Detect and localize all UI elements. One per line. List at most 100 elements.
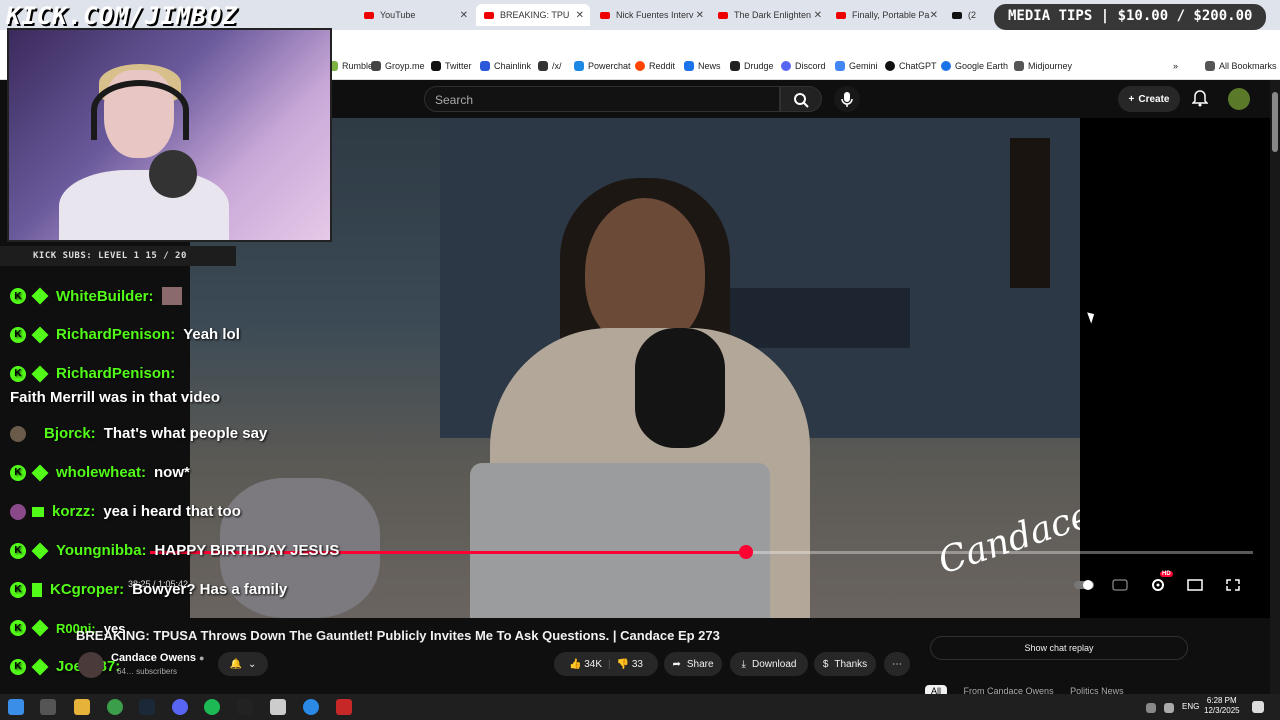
- kick-badge-icon: K: [10, 620, 26, 636]
- task-view-icon[interactable]: [40, 699, 56, 715]
- tab-x[interactable]: (2: [944, 4, 984, 26]
- avatar-badge-icon: [10, 425, 26, 442]
- chevron-down-icon: ⌄: [248, 658, 257, 670]
- scrollbar-thumb[interactable]: [1272, 92, 1278, 152]
- bookmark-chatgpt[interactable]: ChatGPT: [885, 61, 937, 71]
- notifications-icon[interactable]: [1252, 701, 1264, 713]
- close-icon[interactable]: ✕: [814, 10, 822, 21]
- fullscreen-icon[interactable]: [1225, 578, 1241, 592]
- tab-breaking[interactable]: BREAKING: TPU ✕: [476, 4, 590, 26]
- channel-avatar[interactable]: [78, 652, 104, 678]
- bookmark-twitter[interactable]: Twitter: [431, 61, 472, 71]
- streamer-microphone: [149, 150, 197, 198]
- avatar-badge-icon: [10, 503, 26, 520]
- video-title: BREAKING: TPUSA Throws Down The Gauntlet…: [76, 628, 720, 643]
- youtube-icon: [364, 11, 374, 19]
- chevron-up-icon[interactable]: [1146, 703, 1156, 713]
- share-button[interactable]: ➦ Share: [664, 652, 722, 676]
- discord-icon[interactable]: [172, 699, 188, 715]
- bookmark-drudge[interactable]: Drudge: [730, 61, 774, 71]
- kick-badge-icon: K: [10, 464, 26, 481]
- spotify-icon[interactable]: [204, 699, 220, 715]
- like-button[interactable]: 👍 34K: [569, 659, 602, 670]
- show-chat-replay-button[interactable]: Show chat replay: [930, 636, 1188, 660]
- chainlink-icon: [480, 61, 490, 71]
- folder-icon: [1205, 61, 1215, 71]
- discord-icon: [781, 61, 791, 71]
- settings-gear-icon[interactable]: [1150, 578, 1166, 592]
- bookmark-x-board[interactable]: /x/: [538, 61, 562, 71]
- download-button[interactable]: ⤓ Download: [730, 652, 808, 676]
- more-actions-button[interactable]: ⋯: [884, 652, 910, 676]
- language-indicator[interactable]: ENG: [1182, 702, 1199, 711]
- bookmark-news[interactable]: News: [684, 61, 721, 71]
- tab-youtube[interactable]: YouTube ✕: [356, 4, 474, 26]
- thumbs-down-icon: 👎: [616, 658, 630, 670]
- more-icon: ⋯: [892, 658, 902, 670]
- channel-name[interactable]: Candace Owens ●: [111, 652, 204, 664]
- steam-icon[interactable]: [139, 699, 155, 715]
- telegram-icon[interactable]: [303, 699, 319, 715]
- close-icon[interactable]: ✕: [696, 10, 704, 21]
- terminal-icon[interactable]: [237, 699, 253, 715]
- theater-mode-icon[interactable]: [1187, 578, 1203, 592]
- sub-badge-icon: [31, 326, 49, 343]
- captions-icon[interactable]: [1112, 578, 1128, 592]
- mic-icon: [841, 92, 853, 107]
- kick-badge-icon: K: [10, 581, 26, 598]
- chrome-icon[interactable]: [107, 699, 123, 715]
- all-bookmarks[interactable]: All Bookmarks: [1205, 61, 1277, 71]
- candace-signature: Candace: [933, 494, 1080, 583]
- thanks-button[interactable]: $ Thanks: [814, 652, 876, 676]
- bell-icon[interactable]: [1192, 89, 1208, 107]
- create-button[interactable]: + Create: [1118, 86, 1180, 112]
- bookmark-midjourney[interactable]: Midjourney: [1014, 61, 1072, 71]
- media-tips-goal: MEDIA TIPS | $10.00 / $200.00: [994, 4, 1267, 30]
- verified-icon: ●: [199, 653, 205, 663]
- autoplay-toggle[interactable]: [1074, 578, 1096, 592]
- notepad-icon[interactable]: [270, 699, 286, 715]
- chevron-right-icon[interactable]: »: [1173, 61, 1178, 71]
- close-icon[interactable]: ✕: [460, 10, 468, 21]
- share-icon: ➦: [672, 658, 681, 670]
- bookmark-groyp[interactable]: Groyp.me: [371, 61, 425, 71]
- progress-scrubber[interactable]: [739, 545, 753, 559]
- sub-badge-icon: [31, 365, 49, 382]
- sub-badge-icon: [31, 542, 49, 559]
- bookmark-rumble[interactable]: Rumble: [328, 61, 373, 71]
- app-icon[interactable]: [336, 699, 352, 715]
- powerchat-icon: [574, 61, 584, 71]
- subscriber-count: 64… subscribers: [117, 667, 178, 676]
- dislike-button[interactable]: 👎 33: [617, 659, 643, 670]
- network-icon[interactable]: [1164, 703, 1174, 713]
- bookmark-powerchat[interactable]: Powerchat: [574, 61, 631, 71]
- chat-message: K RichardPenison: Yeah lol: [10, 326, 240, 343]
- bookmark-google-earth[interactable]: Google Earth: [941, 61, 1008, 71]
- search-icon: [794, 93, 809, 108]
- search-button[interactable]: [780, 86, 822, 112]
- windows-start-icon[interactable]: [8, 699, 24, 715]
- bookmark-chainlink[interactable]: Chainlink: [480, 61, 531, 71]
- presenter-face: [585, 198, 705, 348]
- mic-button[interactable]: [834, 86, 860, 112]
- subscribe-bell-button[interactable]: 🔔 ⌄: [218, 652, 268, 676]
- tab-dark-enlightenment[interactable]: The Dark Enlighten ✕: [710, 4, 828, 26]
- page-scrollbar[interactable]: [1270, 80, 1280, 694]
- bookmark-gemini[interactable]: Gemini: [835, 61, 878, 71]
- taskbar-clock[interactable]: 6:28 PM 12/3/2025: [1204, 696, 1240, 716]
- close-icon[interactable]: ✕: [930, 10, 938, 21]
- sub-badge-icon: [31, 658, 49, 675]
- close-icon[interactable]: ✕: [576, 10, 584, 21]
- bell-icon: 🔔: [229, 658, 243, 670]
- file-explorer-icon[interactable]: [74, 699, 90, 715]
- account-avatar[interactable]: [1228, 88, 1250, 110]
- youtube-icon: [600, 11, 610, 19]
- download-icon: ⤓: [741, 658, 746, 670]
- groyp-icon: [371, 61, 381, 71]
- bookmark-reddit[interactable]: Reddit: [635, 61, 675, 71]
- tab-nick-fuentes[interactable]: Nick Fuentes Interv ✕: [592, 4, 710, 26]
- search-input[interactable]: Search: [424, 86, 780, 112]
- sub-badge-icon: [31, 619, 49, 637]
- tab-portable[interactable]: Finally, Portable Pa ✕: [828, 4, 944, 26]
- bookmark-discord[interactable]: Discord: [781, 61, 826, 71]
